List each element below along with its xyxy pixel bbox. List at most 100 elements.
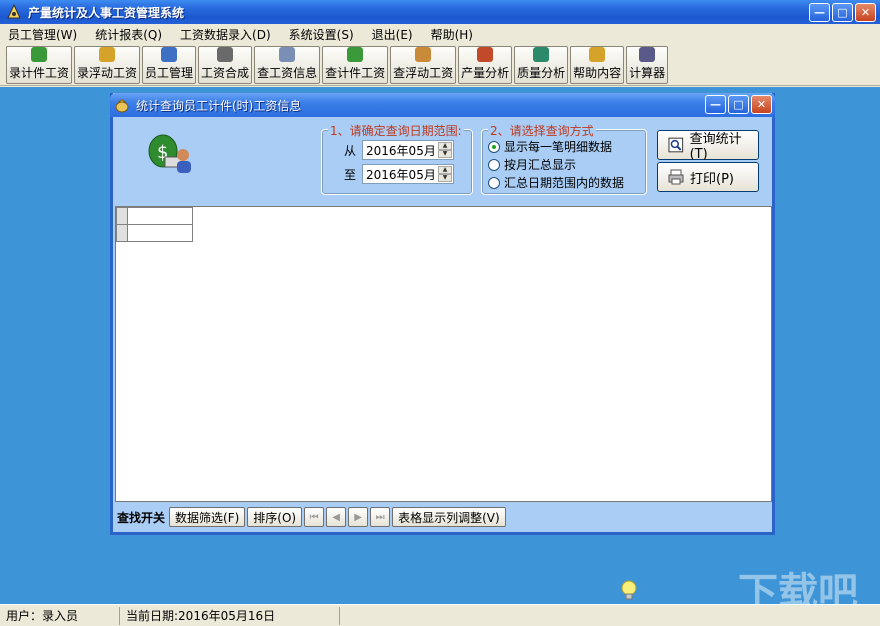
radio-selected-icon[interactable]	[488, 140, 500, 153]
menu-settings[interactable]: 系统设置(S)	[289, 26, 354, 43]
help-icon	[589, 46, 606, 62]
status-date: 当前日期:2016年05月16日	[120, 606, 340, 625]
close-button[interactable]: ✕	[855, 3, 876, 22]
toolbar-button-calculator[interactable]: 计算器	[626, 45, 669, 84]
print-button[interactable]: 打印(P)	[657, 162, 759, 192]
toolbar-label: 录计件工资	[9, 65, 70, 80]
app-logo-icon	[7, 4, 21, 19]
toolbar-button-query-float-wage[interactable]: 查浮动工资	[390, 45, 457, 84]
data-filter-button[interactable]: 数据筛选(F)	[169, 507, 246, 527]
toolbar-button-employee-management[interactable]: 员工管理	[142, 45, 197, 84]
maximize-button[interactable]: □	[832, 3, 853, 22]
query-mode-legend: 2、请选择查询方式	[488, 122, 596, 139]
query-window-title-bar: 统计查询员工计件(时)工资信息 — □ ✕	[110, 93, 775, 117]
search-icon	[279, 46, 296, 62]
toolbar-button-float-wage-entry[interactable]: 录浮动工资	[74, 45, 141, 84]
toolbar-label: 产量分析	[461, 65, 510, 80]
window-controls: — □ ✕	[809, 3, 876, 22]
find-toggle[interactable]: 查找开关	[117, 509, 165, 526]
toolbar-label: 查浮动工资	[393, 65, 454, 80]
date-from-value: 2016年05月	[366, 143, 436, 158]
menu-exit[interactable]: 退出(E)	[372, 26, 413, 43]
query-maximize-button[interactable]: □	[728, 95, 749, 114]
grid-tools-bar: 查找开关 数据筛选(F) 排序(O) ⏮ ◀ ▶ ⏭ 表格显示列调整(V)	[113, 503, 772, 531]
first-record-icon[interactable]: ⏮	[304, 507, 325, 527]
toolbar-label: 质量分析	[517, 65, 566, 80]
query-mode-group: 2、请选择查询方式 显示每一笔明细数据 按月汇总显示 汇总日期范围内的数据	[481, 122, 647, 195]
status-bar: 用户：录入员 当前日期:2016年05月16日	[0, 604, 880, 626]
prev-record-icon[interactable]: ◀	[326, 507, 347, 527]
toolbar-button-quality-analysis[interactable]: 质量分析	[514, 45, 569, 84]
query-options-panel: $ 1、请确定查询日期范围: 从 2016年05月 ▲ ▼ 至 2016年05月 …	[113, 117, 772, 203]
minimize-button[interactable]: —	[809, 3, 830, 22]
toolbar-label: 计算器	[629, 65, 666, 80]
toolbar-button-piece-wage-entry[interactable]: 录计件工资	[6, 45, 73, 84]
toolbar: 录计件工资 录浮动工资 员工管理 工资合成 查工资信息 查计件工资 查浮动工资 …	[0, 44, 880, 86]
grid-data-cell[interactable]	[127, 224, 193, 242]
radio-icon[interactable]	[488, 158, 500, 171]
menu-wage-entry[interactable]: 工资数据录入(D)	[180, 26, 271, 43]
money-bag-icon	[347, 46, 364, 62]
mode-option-label: 按月汇总显示	[504, 158, 577, 172]
radio-icon[interactable]	[488, 176, 500, 189]
chart-icon	[477, 46, 494, 62]
money-bag-icon	[99, 46, 116, 62]
app-title: 产量统计及人事工资管理系统	[28, 5, 185, 20]
date-range-legend: 1、请确定查询日期范围:	[328, 122, 464, 139]
sort-button[interactable]: 排序(O)	[247, 507, 303, 527]
column-adjust-button[interactable]: 表格显示列调整(V)	[392, 507, 506, 527]
query-window-controls: — □ ✕	[705, 95, 772, 114]
toolbar-button-output-analysis[interactable]: 产量分析	[458, 45, 513, 84]
mode-option-label: 汇总日期范围内的数据	[504, 176, 625, 190]
money-bag-icon	[115, 99, 129, 113]
toolbar-button-wage-synthesis[interactable]: 工资合成	[198, 45, 253, 84]
toolbar-label: 帮助内容	[573, 65, 622, 80]
date-range-group: 1、请确定查询日期范围: 从 2016年05月 ▲ ▼ 至 2016年05月 ▲ ▼	[321, 122, 473, 195]
query-window-title: 统计查询员工计件(时)工资信息	[136, 98, 302, 113]
to-label: 至	[344, 167, 357, 182]
spin-up-icon[interactable]: ▲	[438, 166, 453, 174]
main-title-bar: 产量统计及人事工资管理系统 — □ ✕	[0, 0, 880, 24]
toolbar-button-query-piece-wage[interactable]: 查计件工资	[322, 45, 389, 84]
toolbar-label: 工资合成	[201, 65, 250, 80]
spin-up-icon[interactable]: ▲	[438, 142, 453, 150]
mode-option-label: 显示每一笔明细数据	[504, 140, 613, 154]
print-label: 打印(P)	[690, 171, 734, 187]
toolbar-button-help[interactable]: 帮助内容	[570, 45, 625, 84]
query-close-button[interactable]: ✕	[751, 95, 772, 114]
last-record-icon[interactable]: ⏭	[370, 507, 391, 527]
toolbar-label: 员工管理	[145, 65, 194, 80]
query-statistics-label: 查询统计(T)	[689, 132, 742, 162]
spin-down-icon[interactable]: ▼	[438, 150, 453, 158]
date-from-row: 从 2016年05月 ▲ ▼	[344, 140, 455, 160]
date-from-picker[interactable]: 2016年05月 ▲ ▼	[362, 140, 455, 160]
data-grid[interactable]	[115, 206, 772, 502]
mode-option-detail[interactable]: 显示每一笔明细数据	[488, 138, 612, 155]
lightbulb-icon[interactable]	[620, 580, 638, 602]
printer-icon	[668, 169, 684, 185]
calculator-icon	[217, 46, 234, 62]
grid-header-cell[interactable]	[127, 207, 193, 225]
money-bag-icon	[415, 46, 432, 62]
next-record-icon[interactable]: ▶	[348, 507, 369, 527]
magnifier-icon	[668, 137, 684, 153]
menu-employee[interactable]: 员工管理(W)	[8, 26, 77, 43]
query-statistics-button[interactable]: 查询统计(T)	[657, 130, 759, 162]
toolbar-label: 查计件工资	[325, 65, 386, 80]
date-from-spinner[interactable]: ▲ ▼	[438, 142, 453, 158]
menu-help[interactable]: 帮助(H)	[431, 26, 473, 43]
date-to-value: 2016年05月	[366, 167, 436, 182]
mode-option-range-sum[interactable]: 汇总日期范围内的数据	[488, 174, 624, 191]
mode-option-monthly[interactable]: 按月汇总显示	[488, 156, 576, 173]
date-to-spinner[interactable]: ▲ ▼	[438, 166, 453, 182]
menu-reports[interactable]: 统计报表(Q)	[95, 26, 162, 43]
toolbar-label: 查工资信息	[257, 65, 318, 80]
from-label: 从	[344, 143, 357, 158]
toolbar-label: 录浮动工资	[77, 65, 138, 80]
toolbar-button-query-wage-info[interactable]: 查工资信息	[254, 45, 321, 84]
date-to-picker[interactable]: 2016年05月 ▲ ▼	[362, 164, 455, 184]
menu-bar: 员工管理(W) 统计报表(Q) 工资数据录入(D) 系统设置(S) 退出(E) …	[0, 24, 880, 44]
query-minimize-button[interactable]: —	[705, 95, 726, 114]
chart-icon	[533, 46, 550, 62]
spin-down-icon[interactable]: ▼	[438, 174, 453, 182]
